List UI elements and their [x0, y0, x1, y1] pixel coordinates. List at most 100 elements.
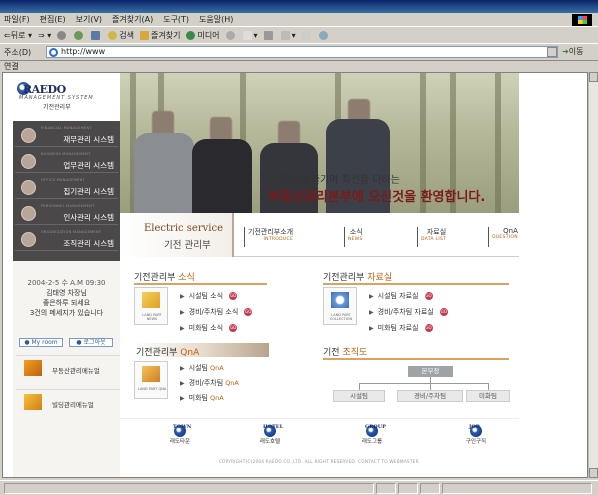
- scroll-up-button[interactable]: [589, 72, 598, 82]
- my-room-button[interactable]: ● My room: [19, 338, 63, 347]
- address-label: 주소(D): [4, 47, 32, 57]
- magnifier-icon: [331, 292, 349, 308]
- favorites-button[interactable]: 즐겨찾기: [140, 30, 180, 41]
- site-page: RAEDO MANAGEMENT SYSTEM 기전관리부 FINANCIAL …: [13, 73, 519, 477]
- discuss-icon: [301, 31, 311, 40]
- window-title-bar: [0, 0, 598, 13]
- tab-news[interactable]: 소식 NEWS: [344, 227, 363, 247]
- news-thumbnail: LAND PART NEWS: [134, 287, 168, 325]
- qna-item-security[interactable]: ▶ 경비/주차팀 QnA: [180, 378, 239, 388]
- back-button[interactable]: ⇐뒤로 ▾: [4, 30, 32, 41]
- print-button[interactable]: [263, 31, 275, 40]
- menu-favorites[interactable]: 즐겨찾기(A): [112, 14, 153, 25]
- forward-button[interactable]: ⇒ ▾: [38, 31, 51, 40]
- greeting-name: 김태영 차장님: [46, 289, 87, 297]
- building-icon: [24, 394, 42, 410]
- edit-button[interactable]: ▾: [280, 31, 296, 40]
- stop-button[interactable]: [57, 31, 68, 40]
- org-team-facility[interactable]: 시설팀: [333, 390, 385, 402]
- refresh-button[interactable]: [74, 31, 85, 40]
- logout-button[interactable]: ● 로그아웃: [69, 338, 113, 347]
- go-arrow-icon: ➜: [562, 47, 569, 56]
- nav-personnel[interactable]: PERSONNEL MANAGEMENT 인사관리 시스템: [15, 201, 118, 225]
- mail-button[interactable]: ▾: [242, 31, 258, 40]
- windows-logo-icon: [572, 14, 592, 26]
- search-button[interactable]: 검색: [108, 30, 134, 41]
- building-manual-banner[interactable]: 빌딩관리메뉴얼: [16, 389, 120, 415]
- menu-help[interactable]: 도움말(H): [199, 14, 233, 25]
- finance-icon: [21, 128, 36, 143]
- site-logo[interactable]: RAEDO MANAGEMENT SYSTEM 기전관리부: [13, 73, 120, 121]
- qna-item-facility[interactable]: ▶ 시설팀 QnA: [180, 363, 224, 373]
- toolbar: ⇐뒤로 ▾ ⇒ ▾ 검색 즐겨찾기 미디어 ▾ ▾: [0, 28, 598, 44]
- logo-korean: 기전관리부: [43, 104, 71, 111]
- section-nav: Electric service 기전 관리부 기전관리부소개 INTRODUCE…: [120, 213, 519, 257]
- history-icon: [225, 31, 235, 40]
- qna-thumbnail: LAND PART QNA: [134, 361, 168, 399]
- go-icon: GO: [229, 324, 238, 332]
- menu-view[interactable]: 보기(V): [76, 14, 102, 25]
- scroll-down-button[interactable]: [589, 468, 598, 478]
- vertical-scrollbar[interactable]: [588, 72, 598, 478]
- family-town[interactable]: 래도타운 TOWN: [160, 424, 200, 445]
- organization-icon: [21, 232, 36, 247]
- left-column: RAEDO MANAGEMENT SYSTEM 기전관리부 FINANCIAL …: [13, 73, 120, 477]
- message-count: 3건의 메세지가 있습니다: [29, 309, 104, 317]
- news-section-title: 기전관리부 소식: [134, 273, 195, 283]
- news-item-security[interactable]: ▶ 경비/주차팀 소식 GO: [180, 307, 253, 317]
- media-button[interactable]: 미디어: [186, 30, 220, 41]
- nav-organization[interactable]: ORGANIZATION MANAGEMENT 조직관리 시스템: [15, 227, 118, 251]
- data-thumbnail: LAND PART COLLECTION: [323, 287, 357, 325]
- go-button[interactable]: ➜이동: [562, 46, 583, 57]
- service-title-en: Electric service: [144, 223, 223, 234]
- address-dropdown-button[interactable]: [547, 47, 557, 57]
- qna-icon: [142, 366, 160, 382]
- org-team-security[interactable]: 경비/주차팀: [397, 390, 463, 402]
- family-job[interactable]: 구인구직 JOB: [456, 424, 496, 445]
- data-item-cleaning[interactable]: ▶ 미화팀 자료실 GO: [369, 323, 433, 333]
- data-item-facility[interactable]: ▶ 시설팀 자료실 GO: [369, 291, 433, 301]
- messenger-button[interactable]: [318, 31, 330, 40]
- login-date: 2004-2-5 수 A.M 09:30: [27, 279, 106, 287]
- org-head-box[interactable]: 본부장: [408, 366, 453, 377]
- service-title-block: Electric service 기전 관리부: [120, 213, 234, 257]
- back-arrow-icon: ⇐: [4, 31, 11, 40]
- real-estate-manual-banner[interactable]: 부동산관리메뉴얼: [16, 355, 120, 381]
- nav-finance[interactable]: FINANCIAL MANAGEMENT 재무관리 시스템: [15, 123, 118, 147]
- nav-business[interactable]: BUSINESS MANAGEMENT 업무관리 시스템: [15, 149, 118, 173]
- history-button[interactable]: [225, 31, 237, 40]
- org-team-cleaning[interactable]: 미화팀: [466, 390, 510, 402]
- news-item-facility[interactable]: ▶ 시설팀 소식 GO: [180, 291, 238, 301]
- greeting-text: 좋은하루 되세요: [42, 299, 91, 307]
- go-icon: GO: [229, 292, 238, 300]
- forward-arrow-icon: ⇒: [38, 31, 45, 40]
- messenger-icon: [318, 31, 328, 40]
- tab-qna[interactable]: QnA QUESTION: [488, 227, 518, 247]
- refresh-icon: [74, 31, 84, 40]
- qna-section-title: 기전관리부 QnA: [136, 348, 200, 358]
- go-icon: GO: [424, 324, 433, 332]
- news-icon: [142, 292, 160, 308]
- favorites-icon: [140, 31, 149, 40]
- hero-slogan: 웃으며 즐기며 최선을 다하는: [280, 175, 400, 186]
- family-hotel[interactable]: 래도호텔 HOTEL: [250, 424, 290, 445]
- address-input[interactable]: http://www: [46, 46, 558, 58]
- menu-file[interactable]: 파일(F): [4, 14, 30, 25]
- house-icon: [24, 360, 42, 376]
- tab-data-list[interactable]: 자료실 DATA LIST: [417, 227, 446, 247]
- home-button[interactable]: [91, 31, 102, 40]
- tab-introduce[interactable]: 기전관리부소개 INTRODUCE: [244, 227, 293, 247]
- menu-edit[interactable]: 편집(E): [40, 14, 66, 25]
- links-bar[interactable]: 연결: [0, 60, 598, 72]
- org-section-title: 기전 조직도: [323, 348, 368, 358]
- news-item-cleaning[interactable]: ▶ 미화팀 소식 GO: [180, 323, 238, 333]
- qna-item-cleaning[interactable]: ▶ 미화팀 QnA: [180, 393, 224, 403]
- stop-icon: [57, 31, 67, 40]
- menu-tools[interactable]: 도구(T): [163, 14, 189, 25]
- family-group[interactable]: 래도그룹 GROUP: [352, 424, 392, 445]
- nav-office[interactable]: OFFICE MANAGEMENT 집기관리 시스템: [15, 175, 118, 199]
- discuss-button[interactable]: [301, 31, 313, 40]
- data-item-security[interactable]: ▶ 경비/주차팀 자료실 GO: [369, 307, 448, 317]
- family-sites: 래도타운 TOWN 래도호텔 HOTEL 래도그룹 GROUP 구인구직 JOB: [120, 418, 519, 456]
- logo-system: MANAGEMENT SYSTEM: [19, 95, 94, 101]
